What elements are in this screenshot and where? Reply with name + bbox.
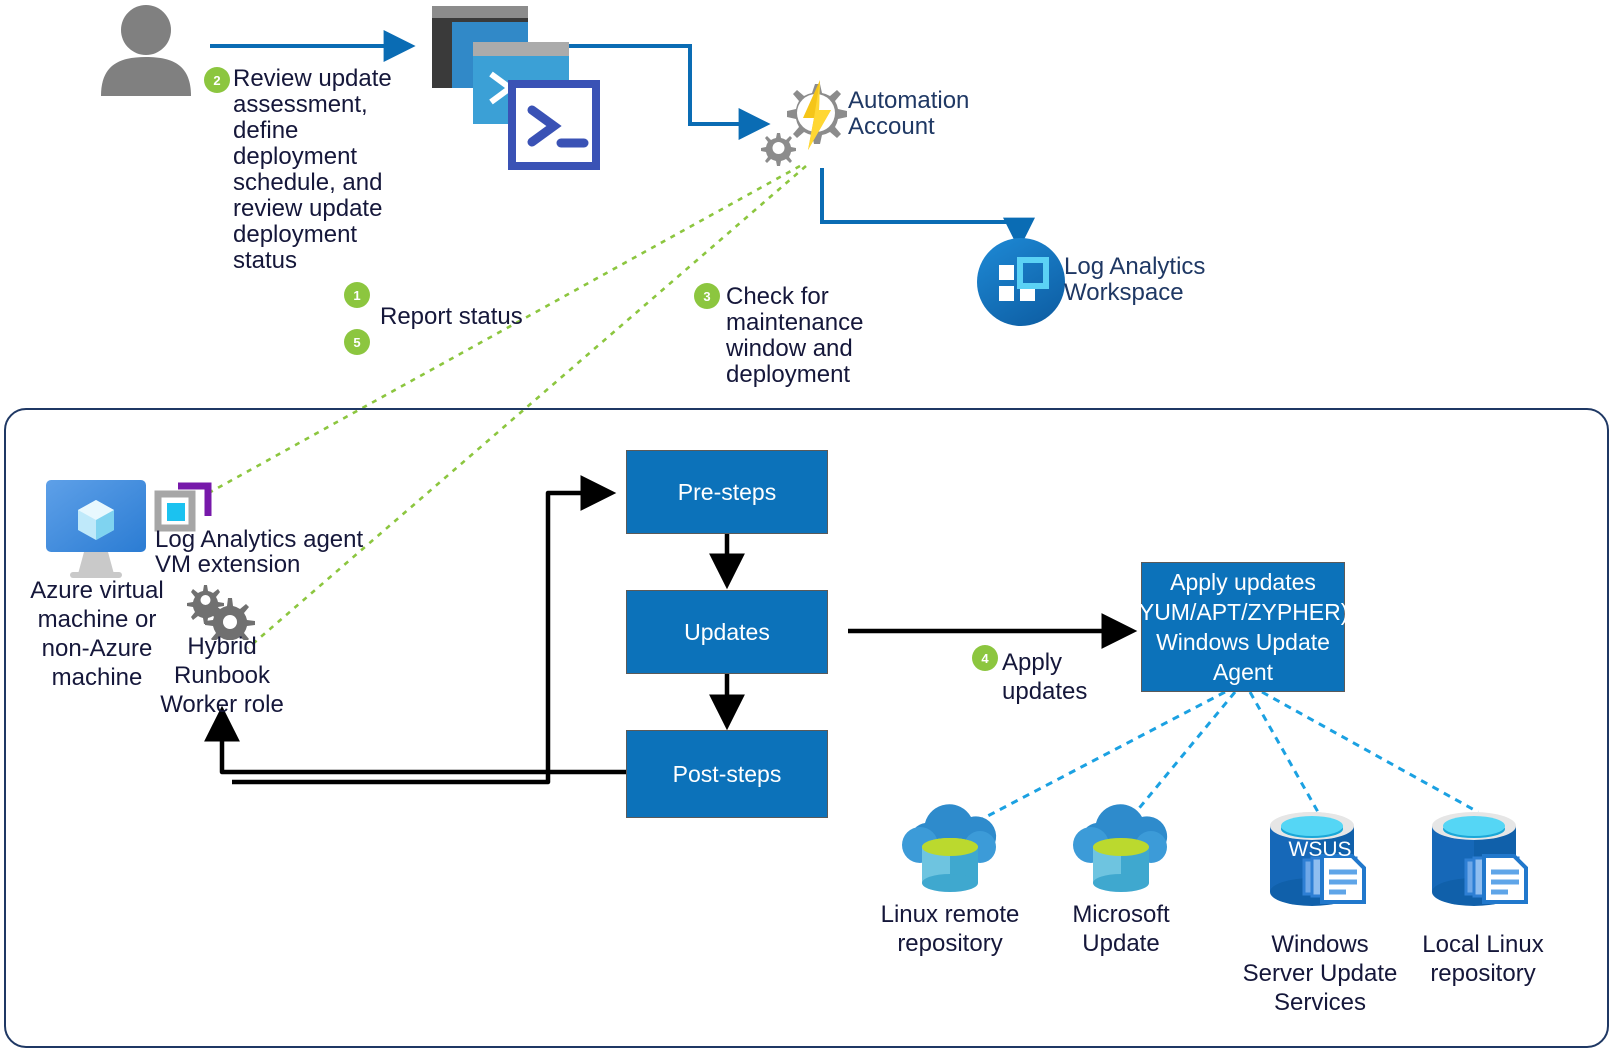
database-documents-icon (1270, 812, 1366, 906)
process-box-pre-steps[interactable]: Pre-steps (626, 450, 828, 534)
source-label-linux-remote-repository: Linux remote repository (880, 901, 1020, 957)
step-badge-1: 1 (344, 282, 370, 308)
step-badge-4: 4 (972, 645, 998, 671)
user-icon (101, 5, 191, 96)
log-analytics-workspace-label: Log Analytics Workspace (1064, 253, 1206, 306)
step-badge-5: 5 (344, 329, 370, 355)
step-badge-2: 2 (204, 67, 230, 93)
database-documents-icon (1432, 812, 1528, 906)
hybrid-runbook-worker-label: Hybrid Runbook Worker role (160, 633, 284, 718)
process-box-post-steps[interactable]: Post-steps (626, 730, 828, 818)
diagram-canvas: Automation Account Log Analytics Workspa… (0, 0, 1613, 1056)
source-label-local-linux-repository: Local Linux repository (1422, 931, 1544, 987)
cloud-database-icon (902, 804, 997, 892)
step-2-text: Review update assessment, define deploym… (233, 65, 392, 274)
report-status-label: Report status (380, 303, 523, 330)
arrow-automation-to-workspace (820, 168, 1035, 250)
apply-updates-box[interactable]: Apply updates (YUM/APT/ZYPHER), Windows … (1131, 562, 1355, 692)
gear-lightning-icon (761, 80, 847, 166)
step-badge-3: 3 (694, 283, 720, 309)
source-label-microsoft-update: Microsoft Update (1072, 901, 1170, 957)
step-3-text: Check for maintenance window and deploym… (726, 283, 864, 388)
wsus-caption: WSUS (1288, 838, 1352, 861)
step-4-text: Apply updates (1002, 649, 1088, 705)
automation-account-label: Automation Account (848, 87, 970, 140)
source-label-windows-server-update-services: Windows Server Update Services (1242, 931, 1398, 1016)
log-analytics-icon (977, 238, 1065, 326)
process-box-updates[interactable]: Updates (626, 590, 828, 674)
log-analytics-agent-extension-label: Log Analytics agent VM extension (155, 526, 364, 578)
azure-portal-powershell-icon (432, 6, 600, 170)
virtual-machine-icon (46, 480, 146, 578)
cloud-database-icon (1073, 804, 1168, 892)
